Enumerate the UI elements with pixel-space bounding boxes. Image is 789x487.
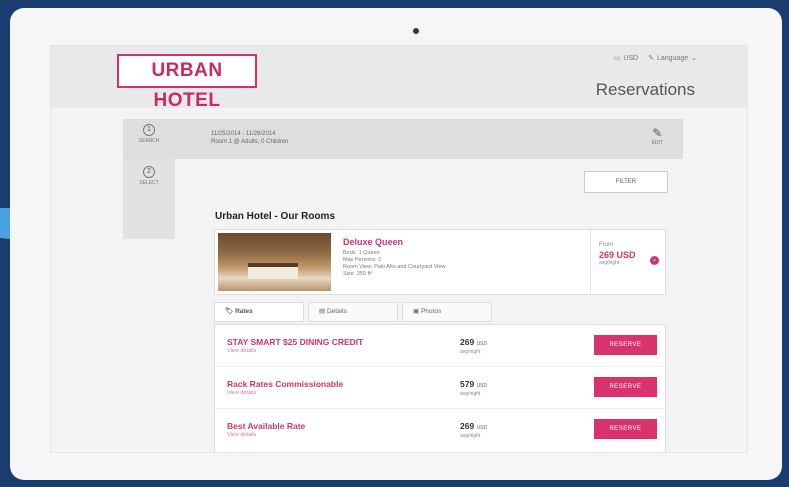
rate-price-value: 269 bbox=[460, 421, 475, 431]
room-price-block: From 269 USD avg/night ⌄ bbox=[590, 230, 667, 294]
search-step-label: SEARCH bbox=[138, 138, 160, 144]
rate-name[interactable]: Rack Rates Commissionable bbox=[227, 379, 343, 389]
room-view: Room View: Palo Alto and Courtyard View bbox=[343, 264, 446, 270]
expand-icon[interactable]: ⌄ bbox=[650, 256, 659, 265]
rate-row: Rack Rates Commissionable View details 5… bbox=[215, 367, 665, 409]
rate-view-details-link[interactable]: View details bbox=[227, 390, 256, 396]
tab-rates-label: Rates bbox=[235, 308, 253, 315]
screen: URBAN HOTEL ▭ USD ✎ Language ⌄ Reservati… bbox=[50, 45, 748, 453]
currency-selector[interactable]: ▭ USD bbox=[613, 54, 639, 63]
reserve-button[interactable]: RESERVE bbox=[594, 419, 657, 439]
room-photo[interactable] bbox=[218, 233, 331, 291]
currency-label: USD bbox=[623, 54, 639, 62]
search-step[interactable]: 1 SEARCH bbox=[123, 124, 175, 144]
room-name[interactable]: Deluxe Queen bbox=[343, 237, 403, 247]
edit-button[interactable]: ✎ EDIT bbox=[652, 126, 663, 146]
rate-price-value: 579 bbox=[460, 379, 475, 389]
date-range: 11/25/2014 - 11/26/2014 bbox=[211, 131, 276, 137]
rate-price: 269 USD bbox=[460, 337, 487, 347]
language-label: Language bbox=[656, 54, 689, 62]
rate-name[interactable]: STAY SMART $25 DINING CREDIT bbox=[227, 337, 363, 347]
search-summary: 11/25/2014 - 11/26/2014 Room 1 @ Adults,… bbox=[211, 130, 288, 146]
select-step-label: SELECT bbox=[139, 180, 159, 186]
hotel-logo[interactable]: URBAN HOTEL bbox=[117, 54, 257, 111]
document-icon: ▤ bbox=[319, 308, 326, 315]
site-header: URBAN HOTEL ▭ USD ✎ Language ⌄ Reservati… bbox=[51, 46, 747, 111]
edit-label: EDIT bbox=[651, 140, 663, 146]
tab-details[interactable]: ▤ Details bbox=[308, 302, 398, 322]
language-icon: ✎ bbox=[648, 55, 654, 62]
pencil-icon: ✎ bbox=[652, 126, 663, 140]
rate-price-value: 269 bbox=[460, 337, 475, 347]
rate-per-night: avg/night bbox=[460, 349, 481, 355]
rate-currency: USD bbox=[476, 425, 488, 431]
from-label: From bbox=[599, 242, 613, 248]
bed-illustration bbox=[248, 263, 298, 279]
room-tabs: 🏷 Rates ▤ Details ▣ Photos bbox=[214, 302, 666, 324]
rate-currency: USD bbox=[476, 341, 488, 347]
reserve-button[interactable]: RESERVE bbox=[594, 377, 657, 397]
rate-row: Best Available Rate View details 269 USD… bbox=[215, 409, 665, 451]
rate-price: 579 USD bbox=[460, 379, 487, 389]
room-beds: Beds: 1 Queen bbox=[343, 250, 380, 256]
rate-price: 269 USD bbox=[460, 421, 487, 431]
tag-icon: 🏷 bbox=[225, 308, 234, 315]
rate-per-night: avg/night bbox=[460, 391, 481, 397]
currency-icon: ▭ bbox=[613, 55, 621, 62]
rate-view-details-link[interactable]: View details bbox=[227, 348, 256, 354]
tab-details-label: Details bbox=[326, 308, 347, 315]
guest-summary: Room 1 @ Adults, 0 Children bbox=[211, 139, 289, 145]
filter-button[interactable]: FILTER bbox=[584, 171, 668, 193]
rate-row: STAY SMART $25 DINING CREDIT View detail… bbox=[215, 325, 665, 367]
section-title: Urban Hotel - Our Rooms bbox=[215, 211, 336, 222]
rate-view-details-link[interactable]: View details bbox=[227, 432, 256, 438]
search-summary-bar bbox=[123, 119, 683, 159]
page-title: Reservations bbox=[595, 80, 695, 99]
select-step[interactable]: 2 SELECT bbox=[123, 166, 175, 186]
tab-rates[interactable]: 🏷 Rates bbox=[214, 302, 304, 322]
select-step-icon: 2 bbox=[143, 166, 155, 178]
image-icon: ▣ bbox=[413, 308, 420, 315]
room-details: Beds: 1 Queen Max Persons: 2 Room View: … bbox=[343, 250, 446, 278]
search-step-icon: 1 bbox=[143, 124, 155, 136]
room-size: Size: 350 ft² bbox=[343, 271, 373, 277]
room-card: Deluxe Queen Beds: 1 Queen Max Persons: … bbox=[214, 229, 666, 295]
camera-dot bbox=[413, 28, 419, 34]
chevron-down-icon: ⌄ bbox=[691, 55, 697, 62]
rates-list: STAY SMART $25 DINING CREDIT View detail… bbox=[214, 324, 666, 452]
tab-photos-label: Photos bbox=[420, 308, 442, 315]
rate-name[interactable]: Best Available Rate bbox=[227, 421, 305, 431]
tab-photos[interactable]: ▣ Photos bbox=[402, 302, 492, 322]
language-selector[interactable]: ✎ Language ⌄ bbox=[648, 54, 697, 63]
header-utilities: ▭ USD ✎ Language ⌄ bbox=[613, 54, 697, 63]
rate-currency: USD bbox=[476, 383, 488, 389]
room-max-persons: Max Persons: 2 bbox=[343, 257, 382, 263]
rate-per-night: avg/night bbox=[460, 433, 481, 439]
reserve-button[interactable]: RESERVE bbox=[594, 335, 657, 355]
